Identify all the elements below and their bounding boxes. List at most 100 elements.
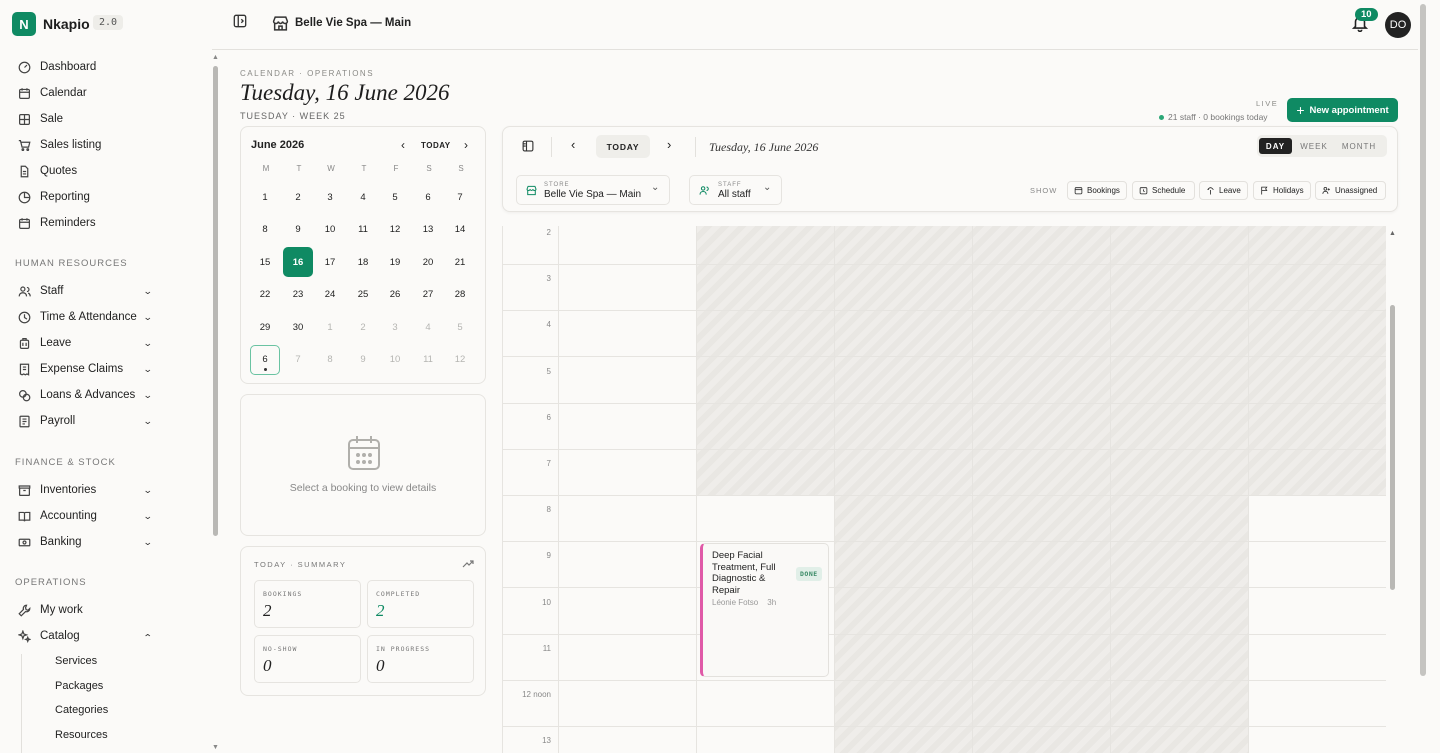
sidebar-subitem-resources[interactable]: Resources	[55, 729, 108, 741]
appointment-card[interactable]: Deep Facial Treatment, Full Diagnostic &…	[700, 543, 829, 677]
calendar-day[interactable]: 12	[380, 215, 410, 245]
calendar-day[interactable]: 26	[380, 280, 410, 310]
filter-unassigned[interactable]: Unassigned	[1315, 181, 1386, 200]
calendar-day[interactable]: 10	[315, 215, 345, 245]
weekday-header: S	[458, 164, 464, 173]
logo[interactable]: N	[12, 12, 36, 36]
calendar-day[interactable]: 3	[380, 312, 410, 342]
calendar-day[interactable]: 27	[413, 280, 443, 310]
calendar-day[interactable]: 30	[283, 312, 313, 342]
grid-scroll-up-arrow[interactable]: ▲	[1389, 230, 1396, 237]
calendar-day[interactable]: 14	[445, 215, 475, 245]
calendar-day[interactable]: 4	[348, 182, 378, 212]
mini-calendar-today-button[interactable]: TODAY	[421, 141, 451, 150]
sidebar-item-loans-advances[interactable]: Loans & Advances ⌄	[12, 384, 153, 406]
sidebar-item-dashboard[interactable]: Dashboard	[12, 56, 152, 78]
day-calendar-grid[interactable]: 2 3 4 5 6 7 8 9 10 11 12 noon 13	[502, 226, 1386, 753]
calendar-day[interactable]: 15	[250, 247, 280, 277]
calendar-day[interactable]: 28	[445, 280, 475, 310]
calendar-day[interactable]: 3	[315, 182, 345, 212]
filter-holidays[interactable]: Holidays	[1253, 181, 1311, 200]
sidebar-item-banking[interactable]: Banking ⌄	[12, 531, 153, 553]
sidebar-toggle-icon[interactable]	[233, 14, 247, 28]
calendar-day[interactable]: 11	[348, 215, 378, 245]
calendar-day[interactable]: 8	[250, 215, 280, 245]
calendar-day[interactable]: 20	[413, 247, 443, 277]
sidebar-item-sale[interactable]: Sale	[12, 108, 152, 130]
sidebar-item-staff[interactable]: Staff ⌄	[12, 280, 153, 302]
calendar-day[interactable]: 24	[315, 280, 345, 310]
sidebar-item-calendar[interactable]: Calendar	[12, 82, 152, 104]
calendar-day[interactable]: 7	[283, 345, 313, 375]
calendar-day[interactable]: 19	[380, 247, 410, 277]
sidebar-scrollbar[interactable]	[213, 66, 218, 536]
sidebar-item-quotes[interactable]: Quotes	[12, 160, 152, 182]
new-appointment-button[interactable]: + New appointment	[1287, 98, 1398, 122]
sidebar-item-reminders[interactable]: Reminders	[12, 212, 152, 234]
view-month-button[interactable]: MONTH	[1335, 138, 1383, 154]
avatar[interactable]: DO	[1385, 12, 1411, 38]
calendar-day[interactable]: 21	[445, 247, 475, 277]
sidebar-subitem-packages[interactable]: Packages	[55, 680, 103, 692]
today-summary-card: TODAY · SUMMARY BOOKINGS 2 COMPLETED 2 NO-…	[240, 546, 486, 696]
calendar-day[interactable]: 25	[348, 280, 378, 310]
filter-bookings[interactable]: Bookings	[1067, 181, 1127, 200]
sidebar-item-leave[interactable]: Leave ⌄	[12, 332, 153, 354]
calendar-day[interactable]: 12	[445, 345, 475, 375]
page-scrollbar[interactable]	[1420, 4, 1426, 676]
sidebar-item-expense-claims[interactable]: Expense Claims ⌄	[12, 358, 153, 380]
next-month-icon[interactable]: ›	[464, 138, 468, 152]
calendar-day[interactable]: 2	[283, 182, 313, 212]
calendar-day[interactable]: 17	[315, 247, 345, 277]
sidebar-item-label: Reminders	[40, 217, 96, 229]
sidebar-item-my-work[interactable]: My work	[12, 599, 152, 621]
grid-scrollbar[interactable]	[1390, 305, 1395, 590]
today-button[interactable]: TODAY	[596, 135, 650, 158]
store-title[interactable]: Belle Vie Spa — Main	[295, 17, 411, 29]
sidebar-item-inventories[interactable]: Inventories ⌄	[12, 479, 153, 501]
filter-schedule[interactable]: Schedule	[1132, 181, 1195, 200]
view-week-button[interactable]: WEEK	[1295, 138, 1333, 154]
calendar-day[interactable]: 9	[348, 345, 378, 375]
calendar-day[interactable]: 1	[315, 312, 345, 342]
column-line	[558, 226, 559, 753]
calendar-day[interactable]: 6	[250, 344, 280, 375]
calendar-day[interactable]: 13	[413, 215, 443, 245]
sidebar-item-reporting[interactable]: Reporting	[12, 186, 152, 208]
calendar-day[interactable]: 10	[380, 345, 410, 375]
calendar-day[interactable]: 4	[413, 312, 443, 342]
trend-up-icon[interactable]	[462, 559, 474, 569]
calendar-day[interactable]: 9	[283, 215, 313, 245]
calendar-day[interactable]: 22	[250, 280, 280, 310]
scroll-up-arrow[interactable]: ▲	[212, 54, 219, 61]
sidebar-subitem-services[interactable]: Services	[55, 655, 97, 667]
sidebar-item-catalog[interactable]: Catalog ⌄	[12, 625, 153, 647]
calendar-day[interactable]: 2	[348, 312, 378, 342]
scroll-down-arrow[interactable]: ▼	[212, 744, 219, 751]
filter-leave[interactable]: Leave	[1199, 181, 1248, 200]
view-day-button[interactable]: DAY	[1259, 138, 1292, 154]
calendar-day[interactable]: 6	[413, 182, 443, 212]
calendar-day[interactable]: 23	[283, 280, 313, 310]
sidebar-subitem-categories[interactable]: Categories	[55, 704, 108, 716]
unavailable-region	[696, 226, 1386, 495]
prev-month-icon[interactable]: ‹	[401, 138, 405, 152]
calendar-day[interactable]: 7	[445, 182, 475, 212]
sidebar-item-sales-listing[interactable]: Sales listing	[12, 134, 152, 156]
calendar-day[interactable]: 1	[250, 182, 280, 212]
sidebar-item-payroll[interactable]: Payroll ⌄	[12, 410, 153, 432]
calendar-day[interactable]: 29	[250, 312, 280, 342]
sidebar-item-time-attendance[interactable]: Time & Attendance ⌄	[12, 306, 153, 328]
calendar-day[interactable]: 11	[413, 345, 443, 375]
store-select[interactable]: STORE Belle Vie Spa — Main ⌄	[516, 175, 670, 205]
sidebar-item-accounting[interactable]: Accounting ⌄	[12, 505, 153, 527]
calendar-day[interactable]: 18	[348, 247, 378, 277]
calendar-day[interactable]: 5	[380, 182, 410, 212]
staff-select[interactable]: STAFF All staff ⌄	[689, 175, 782, 205]
calendar-day[interactable]: 5	[445, 312, 475, 342]
calendar-day[interactable]: 8	[315, 345, 345, 375]
calendar-day[interactable]: 16	[283, 247, 313, 277]
panel-toggle-icon[interactable]	[522, 140, 534, 152]
prev-day-icon[interactable]: ‹	[571, 137, 575, 152]
next-day-icon[interactable]: ›	[667, 137, 671, 152]
